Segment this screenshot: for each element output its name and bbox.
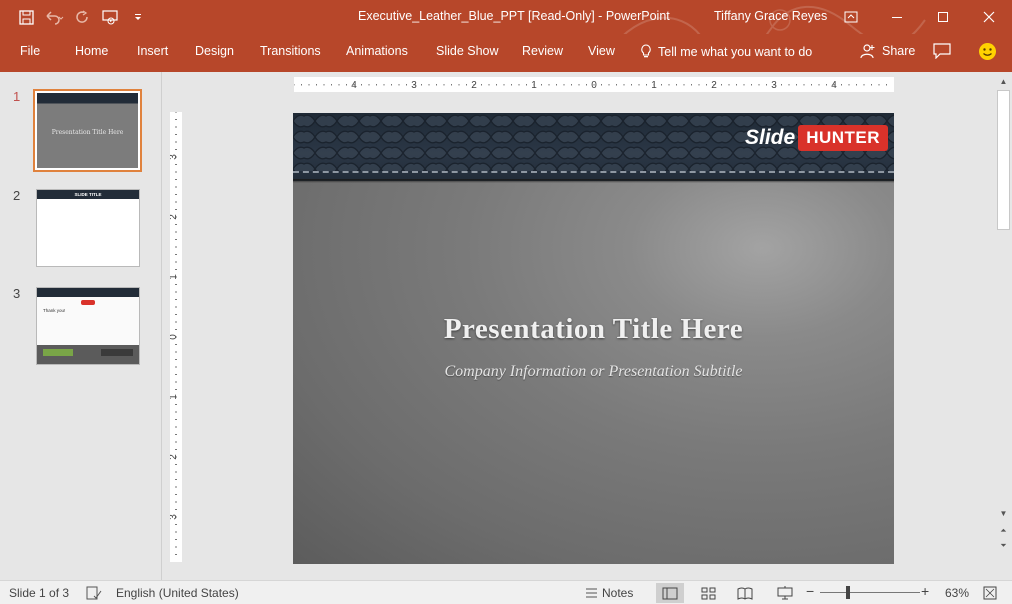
quick-access-toolbar: [14, 7, 150, 27]
ruler-label: 1: [170, 274, 179, 280]
ruler-label: 4: [831, 80, 837, 91]
ruler-label: 2: [170, 214, 179, 220]
share-button[interactable]: Share: [860, 43, 915, 59]
start-slideshow-icon[interactable]: [98, 7, 122, 27]
tab-view[interactable]: View: [588, 44, 615, 58]
tab-file[interactable]: File: [20, 44, 40, 58]
slide-number-3: 3: [13, 286, 21, 301]
ruler-label: 2: [170, 454, 179, 460]
ruler-label: 0: [170, 334, 179, 340]
fit-slide-icon[interactable]: [976, 583, 1004, 603]
tab-home[interactable]: Home: [75, 44, 108, 58]
redo-icon[interactable]: [70, 7, 94, 27]
thumb-button: [101, 349, 133, 356]
ruler-label: 3: [411, 80, 417, 91]
next-slide-icon[interactable]: ⏷: [998, 540, 1009, 551]
notes-label: Notes: [602, 586, 634, 600]
tab-insert[interactable]: Insert: [137, 44, 168, 58]
zoom-out-icon[interactable]: −: [806, 583, 814, 599]
tab-design[interactable]: Design: [195, 44, 234, 58]
ruler-label: 3: [771, 80, 777, 91]
zoom-slider-track[interactable]: [820, 592, 920, 593]
thumb-title: Presentation Title Here: [51, 129, 124, 136]
notes-icon: [586, 588, 597, 598]
slide-thumbnail-3[interactable]: Thank you!: [36, 287, 140, 365]
slide-subtitle[interactable]: Company Information or Presentation Subt…: [293, 363, 894, 381]
status-bar: Slide 1 of 3 English (United States) Not…: [0, 580, 1012, 604]
tab-review[interactable]: Review: [522, 44, 563, 58]
thumb-logo: [81, 300, 95, 305]
ruler-label: 2: [471, 80, 477, 91]
thumb-button: [43, 349, 73, 356]
vertical-ruler: 3 2 1 0 1 2 3: [170, 112, 182, 562]
previous-slide-icon[interactable]: ⏶: [998, 525, 1009, 536]
tell-me-search[interactable]: Tell me what you want to do: [640, 44, 812, 59]
tab-slide-show[interactable]: Slide Show: [436, 44, 499, 58]
scroll-up-icon[interactable]: ▲: [998, 76, 1009, 87]
slideshow-view-icon[interactable]: [771, 583, 799, 603]
spelling-check-icon[interactable]: [80, 583, 108, 603]
close-icon[interactable]: [966, 0, 1012, 34]
zoom-in-icon[interactable]: +: [921, 583, 929, 599]
ruler-label: 2: [711, 80, 717, 91]
title-bar: Executive_Leather_Blue_PPT [Read-Only] -…: [0, 0, 1012, 64]
horizontal-ruler: 4 3 2 1 0 1 2 3 4: [294, 77, 894, 92]
share-label: Share: [882, 44, 916, 58]
ruler-label: 3: [170, 154, 179, 160]
share-person-icon: [860, 44, 875, 59]
document-title: Executive_Leather_Blue_PPT [Read-Only] -…: [358, 9, 670, 23]
ruler-label: 3: [170, 514, 179, 520]
current-slide[interactable]: Slide HUNTER Presentation Title Here Com…: [293, 113, 894, 564]
slide-sorter-icon[interactable]: [694, 583, 722, 603]
vertical-scrollbar[interactable]: ▲ ▼ ⏶ ⏷: [995, 72, 1012, 580]
customize-toolbar-icon[interactable]: [126, 7, 150, 27]
window-controls: [828, 0, 1012, 34]
slide-thumbnail-1[interactable]: Presentation Title Here: [33, 89, 142, 172]
ribbon-display-options-icon[interactable]: [828, 0, 874, 34]
slide-number-1: 1: [13, 89, 21, 104]
user-name[interactable]: Tiffany Grace Reyes: [714, 9, 827, 23]
feedback-smiley-icon[interactable]: [978, 42, 997, 64]
leather-shadow: [293, 179, 894, 183]
ruler-label: 1: [170, 394, 179, 400]
tell-me-label: Tell me what you want to do: [658, 44, 813, 59]
language-indicator[interactable]: English (United States): [116, 586, 239, 600]
lightbulb-icon: [641, 44, 651, 58]
slidehunter-logo: Slide HUNTER: [745, 125, 889, 151]
maximize-icon[interactable]: [920, 0, 966, 34]
tab-transitions[interactable]: Transitions: [260, 44, 321, 58]
ruler-label: 4: [351, 80, 357, 91]
save-icon[interactable]: [14, 7, 38, 27]
slide-number-2: 2: [13, 188, 21, 203]
tab-animations[interactable]: Animations: [346, 44, 408, 58]
ruler-label: 1: [531, 80, 537, 91]
undo-icon[interactable]: [42, 7, 66, 27]
minimize-icon[interactable]: [874, 0, 920, 34]
stitching-line: [293, 171, 894, 174]
logo-badge: HUNTER: [798, 125, 889, 151]
slide-title[interactable]: Presentation Title Here: [293, 313, 894, 346]
ruler-label: 1: [651, 80, 657, 91]
notes-button[interactable]: Notes: [586, 586, 633, 600]
logo-word: Slide: [745, 126, 796, 149]
reading-view-icon[interactable]: [731, 583, 759, 603]
zoom-slider-knob[interactable]: [846, 586, 850, 599]
slide-thumbnail-2[interactable]: SLIDE TITLE: [36, 189, 140, 267]
thumb-title: SLIDE TITLE: [74, 192, 102, 197]
ribbon-tabs: File Home Insert Design Transitions Anim…: [0, 34, 1012, 72]
slide-editing-area: 4 3 2 1 0 1 2 3 4 3 2 1 0 1 2 3 Slide HUNTER Presentat…: [163, 72, 995, 580]
ruler-label: 0: [591, 80, 597, 91]
thumb-title: Thank you!: [43, 308, 66, 313]
scroll-down-icon[interactable]: ▼: [998, 508, 1009, 519]
zoom-level[interactable]: 63%: [945, 586, 969, 600]
normal-view-icon[interactable]: [656, 583, 684, 603]
slide-counter: Slide 1 of 3: [9, 586, 70, 600]
comments-icon[interactable]: [933, 43, 951, 62]
leather-header: Slide HUNTER: [293, 113, 894, 181]
scrollbar-thumb[interactable]: [997, 90, 1010, 230]
slide-thumbnails-pane: 1 Presentation Title Here 2 SLIDE TITLE …: [0, 72, 162, 580]
